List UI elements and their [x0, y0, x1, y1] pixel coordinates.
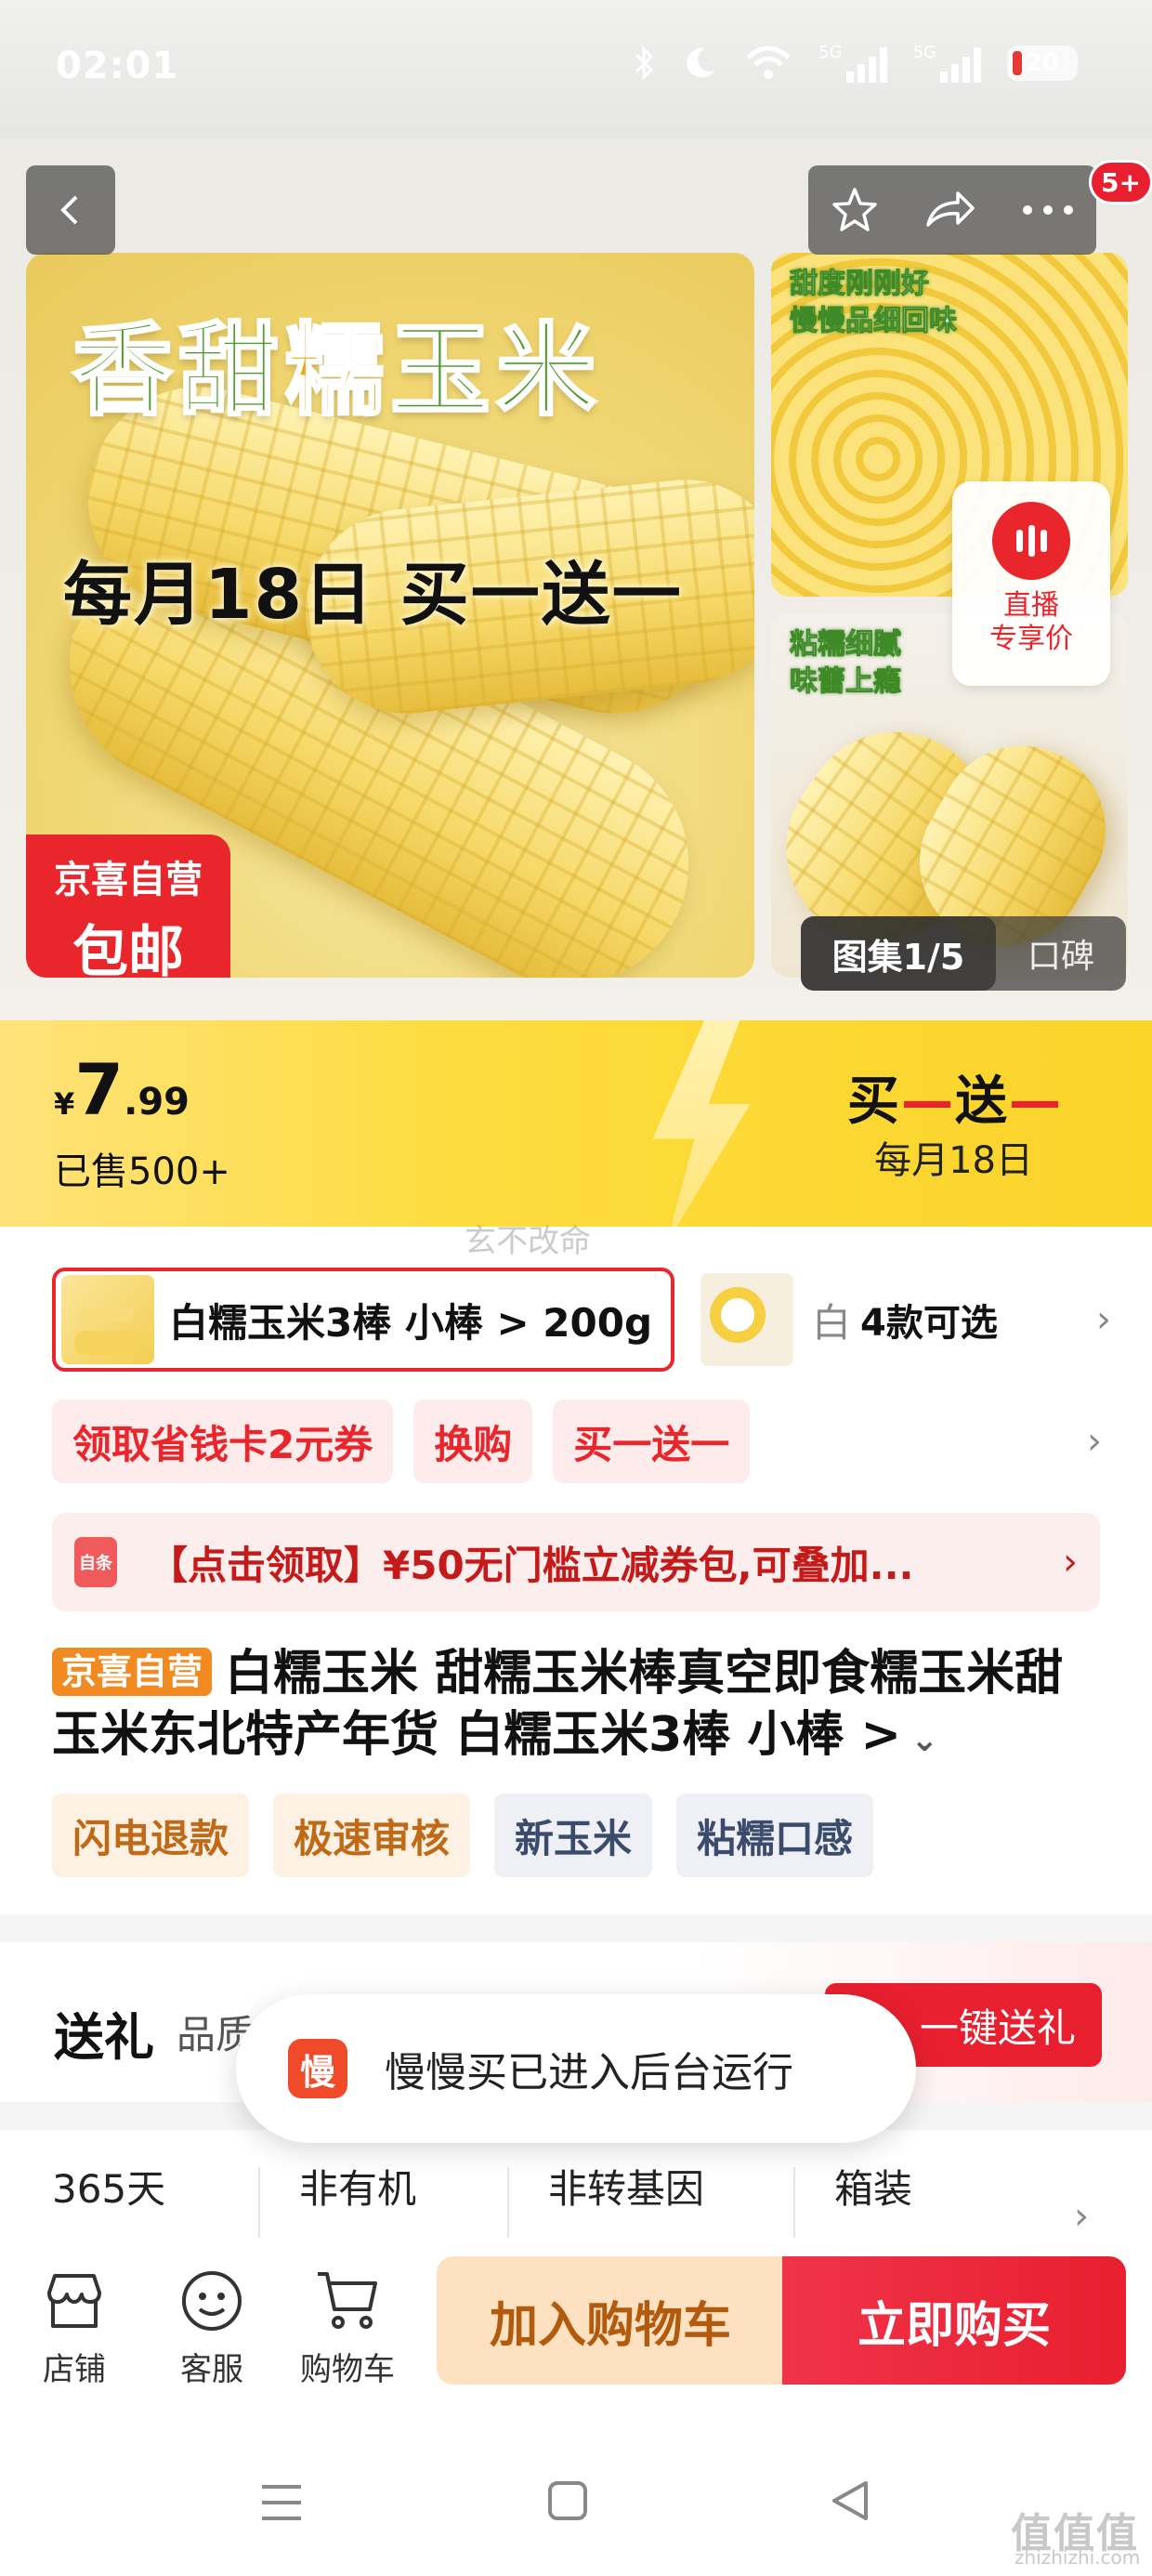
- moon-icon: [687, 47, 715, 78]
- sold-count: 已售500+: [54, 1150, 230, 1193]
- signal-label: 5G: [818, 43, 843, 62]
- promo-tag-coupon[interactable]: 领取省钱卡2元券: [52, 1400, 394, 1483]
- back-icon: [60, 195, 78, 225]
- cart-icon: [318, 2272, 377, 2329]
- promo-tags: 领取省钱卡2元券 换购 买一送一 ›: [52, 1400, 1102, 1483]
- add-to-cart-button[interactable]: 加入购物车: [437, 2256, 784, 2385]
- variant-selector[interactable]: 白糯玉米3棒 小棒 > 200g 白 4款可选 ›: [52, 1268, 1111, 1372]
- toast-text: 慢慢买已进入后台运行: [385, 2049, 793, 2096]
- product-info: 白糯玉米3棒 小棒 > 200g 白 4款可选 › 领取省钱卡2元券 换购 买一…: [0, 1227, 1152, 1914]
- back-nav-icon[interactable]: [829, 2479, 871, 2522]
- spec-packaging: 箱装: [834, 2166, 913, 2212]
- hero-title: 香甜糯玉米: [71, 312, 603, 431]
- more-icon[interactable]: [1022, 204, 1074, 216]
- variant-count: 4款可选: [860, 1302, 998, 1345]
- battery-icon: 20: [1007, 45, 1078, 81]
- chat-icon: [182, 2271, 242, 2331]
- expand-icon[interactable]: ⌄: [910, 1721, 938, 1759]
- variant-thumb-2[interactable]: [700, 1273, 793, 1366]
- spec-organic: 非有机: [299, 2166, 417, 2212]
- feature-tag: 粘糯口感: [676, 1794, 874, 1877]
- chevron-right-icon: ›: [1074, 2195, 1089, 2238]
- spec-gmo: 非转基因: [548, 2166, 705, 2212]
- app-icon: 慢: [288, 2039, 347, 2098]
- site-watermark-url: zhizhizhi.com: [1015, 2546, 1141, 2569]
- live-label: 直播: [1003, 589, 1059, 622]
- coupon-text: 【点击领取】¥50无门槛立减券包,可叠加...: [149, 1542, 914, 1588]
- side-caption-1: 甜度刚刚好 慢慢品细回味: [790, 268, 958, 338]
- cart-button[interactable]: 购物车: [292, 2264, 403, 2389]
- buy-now-button[interactable]: 立即购买: [782, 2256, 1126, 2385]
- variant-label: 白糯玉米3棒 小棒 > 200g: [169, 1299, 653, 1346]
- variant-partial: 白: [812, 1299, 845, 1346]
- signal-icon-2: 5G: [913, 43, 981, 83]
- bluetooth-icon: [635, 45, 654, 81]
- gift-label: 送礼: [54, 2008, 154, 2067]
- wifi-icon: [746, 46, 791, 79]
- promo-tag-bogo[interactable]: 买一送一: [553, 1400, 751, 1483]
- feature-tag: 新玉米: [494, 1794, 653, 1877]
- back-button[interactable]: [26, 165, 115, 255]
- price-banner: ¥7.99 已售500+ 买—送— 每月18日: [0, 1020, 1152, 1227]
- feature-tags: 闪电退款 极速审核 新玉米 粘糯口感: [52, 1794, 874, 1877]
- product-gallery: 香甜糯玉米 每月18日 买一送一 京喜自营 包邮 甜度刚刚好 慢慢品细回味 粘糯细…: [0, 139, 1152, 1022]
- top-actions: [808, 165, 1096, 255]
- hero-promo: 每月18日 买一送一: [63, 555, 683, 635]
- deal-label: 买—送—: [847, 1071, 1063, 1132]
- signal-label-2: 5G: [912, 43, 936, 62]
- watermark: 玄不改命: [465, 1223, 591, 1260]
- cart-label: 购物车: [300, 2351, 395, 2388]
- coupon-icon: 自条: [74, 1537, 117, 1587]
- store-icon: [47, 2274, 101, 2328]
- signal-icon: 5G: [818, 43, 887, 83]
- menu-icon[interactable]: [258, 2479, 305, 2526]
- message-badge: 5+: [1089, 160, 1152, 204]
- price: ¥7.99: [54, 1048, 190, 1131]
- star-icon[interactable]: [831, 186, 879, 234]
- spec-shelf-life: 365天: [52, 2166, 166, 2212]
- home-icon[interactable]: [546, 2479, 589, 2522]
- side-caption-2: 粘糯细腻 味蕾上瘾: [790, 628, 902, 699]
- spec-row[interactable]: 365天 非有机 非转基因 箱装 ›: [0, 2130, 1152, 2253]
- system-nav-bar: [0, 2424, 1152, 2576]
- live-icon: [992, 502, 1070, 580]
- live-sublabel: 专享价: [989, 623, 1073, 655]
- bottom-action-bar: 店铺 客服 购物车 加入购物车 立即购买: [0, 2238, 1152, 2424]
- chevron-right-icon[interactable]: ›: [1087, 1420, 1102, 1463]
- live-price-button[interactable]: 直播 专享价: [952, 481, 1110, 686]
- status-icons: 5G 5G 20: [633, 43, 1078, 83]
- feature-tag: 极速审核: [273, 1794, 471, 1877]
- variant-thumb: [61, 1275, 154, 1364]
- service-button[interactable]: 客服: [156, 2264, 268, 2389]
- coupon-banner[interactable]: 自条 【点击领取】¥50无门槛立减券包,可叠加... ›: [52, 1513, 1100, 1611]
- product-title: 京喜自营 白糯玉米 甜糯玉米棒真空即食糯玉米甜玉米东北特产年货 白糯玉米3棒 小棒…: [52, 1643, 1083, 1771]
- share-icon[interactable]: [924, 188, 976, 232]
- battery-level: 20: [1025, 48, 1060, 77]
- chevron-right-icon: ›: [1063, 1541, 1078, 1584]
- main-product-image[interactable]: 香甜糯玉米 每月18日 买一送一 京喜自营 包邮: [26, 253, 754, 978]
- service-label: 客服: [180, 2351, 243, 2388]
- feature-tag: 闪电退款: [52, 1794, 250, 1877]
- toast: 慢 慢慢买已进入后台运行: [236, 1994, 916, 2143]
- variant-selected[interactable]: 白糯玉米3棒 小棒 > 200g: [52, 1268, 674, 1372]
- lightning-icon: [652, 1020, 751, 1227]
- reviews-tab[interactable]: 口碑: [996, 929, 1126, 978]
- gallery-switch[interactable]: 图集1/5 口碑: [801, 916, 1126, 991]
- status-time: 02:01: [56, 45, 179, 87]
- promo-tag-exchange[interactable]: 换购: [413, 1400, 533, 1483]
- jx-badge: 京喜自营: [52, 1648, 213, 1696]
- jx-freeship-badge: 京喜自营 包邮: [26, 835, 230, 978]
- status-bar: 02:01 5G 5G 20: [0, 0, 1152, 139]
- store-label: 店铺: [43, 2351, 106, 2388]
- chevron-right-icon: ›: [1096, 1298, 1111, 1341]
- gallery-count[interactable]: 图集1/5: [801, 916, 996, 991]
- store-button[interactable]: 店铺: [19, 2264, 130, 2389]
- deal-date: 每月18日: [874, 1139, 1033, 1182]
